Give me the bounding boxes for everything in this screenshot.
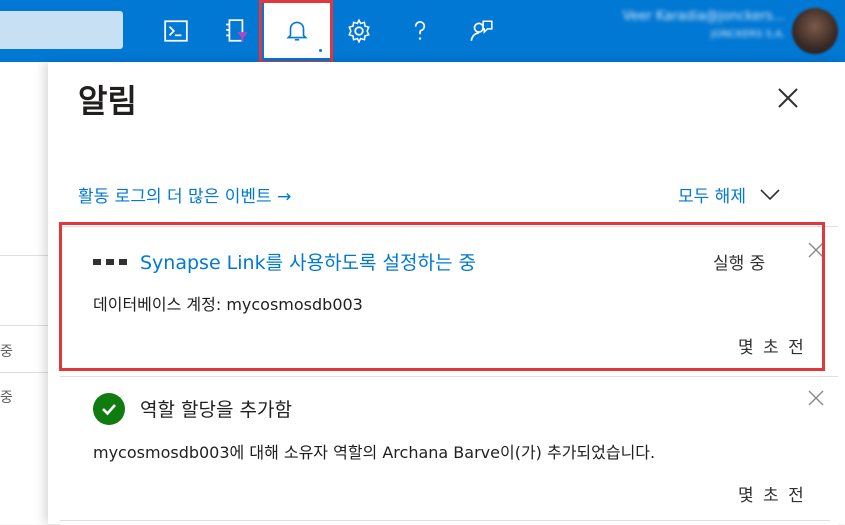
cloud-shell-button[interactable] — [152, 6, 200, 56]
directory-filter-button[interactable] — [213, 6, 261, 56]
help-button[interactable] — [396, 6, 444, 56]
success-check-icon — [93, 393, 125, 425]
settings-gear-icon — [348, 18, 370, 44]
feedback-button[interactable] — [457, 6, 505, 56]
arrow-right-icon: → — [277, 187, 292, 207]
notification-time: 몇 초 전 — [738, 486, 806, 506]
panel-title: 알림 — [78, 82, 137, 120]
more-events-label: 활동 로그의 더 많은 이벤트 — [78, 187, 272, 207]
notification-description: mycosmosdb003에 대해 소유자 역할의 Archana Barve이… — [93, 443, 656, 462]
settings-button[interactable] — [335, 6, 383, 56]
bell-highlight-box — [259, 0, 333, 64]
background-page: 중 중 — [0, 62, 48, 524]
notification-title: 역할 할당을 추가함 — [140, 399, 292, 421]
account-info[interactable]: Veer Karadia@jonckers... JONCKERS S.A. — [540, 8, 785, 54]
help-question-icon — [414, 21, 426, 40]
dismiss-all-button[interactable]: 모두 해제 — [678, 182, 780, 207]
cloud-shell-icon — [164, 20, 188, 42]
background-text: 중 — [0, 390, 13, 406]
feedback-icon — [470, 20, 493, 41]
directory-filter-icon — [226, 19, 248, 42]
more-events-link[interactable]: 활동 로그의 더 많은 이벤트 → — [78, 182, 291, 207]
highlight-box — [59, 222, 825, 371]
divider — [0, 255, 48, 256]
divider — [60, 520, 830, 521]
close-icon[interactable] — [776, 86, 800, 110]
divider — [0, 325, 48, 326]
notification-card-success[interactable]: 역할 할당을 추가함 mycosmosdb003에 대해 소유자 역할의 Arc… — [60, 376, 838, 525]
avatar[interactable] — [792, 8, 838, 54]
chevron-down-icon — [760, 188, 780, 200]
close-icon[interactable] — [807, 389, 825, 407]
background-text: 중 — [0, 344, 13, 360]
search-input[interactable] — [0, 11, 123, 49]
user-name: Veer Karadia@jonckers... — [622, 9, 785, 24]
dismiss-all-label: 모두 해제 — [678, 187, 746, 207]
top-navigation-bar: Veer Karadia@jonckers... JONCKERS S.A. — [0, 0, 845, 62]
divider — [0, 372, 48, 373]
user-org: JONCKERS S.A. — [710, 29, 785, 40]
